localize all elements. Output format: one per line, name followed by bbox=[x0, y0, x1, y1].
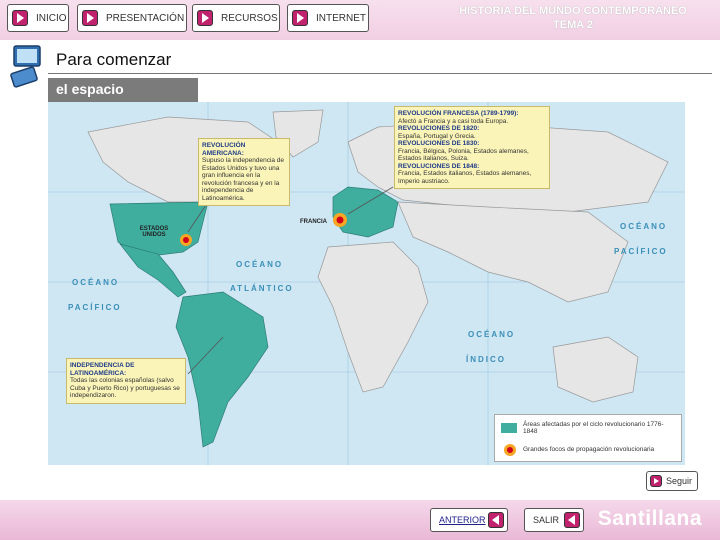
anterior-label: ANTERIOR bbox=[439, 515, 486, 525]
legend-item: Grandes focos de propagación revoluciona… bbox=[523, 446, 655, 453]
ocean-label: PACÍFICO bbox=[68, 303, 122, 312]
inicio-button[interactable]: INICIO bbox=[7, 4, 69, 32]
ocean-label: OCÉANO bbox=[72, 278, 120, 287]
map-legend: Áreas afectadas por el ciclo revoluciona… bbox=[494, 414, 682, 462]
world-map-graphic bbox=[48, 102, 685, 465]
brand-logo: Santillana bbox=[597, 507, 702, 530]
callout-european-revolutions: REVOLUCIÓN FRANCESA (1789-1799): Afectó … bbox=[394, 106, 550, 189]
section-title: Para comenzar bbox=[56, 50, 172, 69]
back-arrow-icon bbox=[488, 512, 504, 528]
legend-item: Áreas afectadas por el ciclo revoluciona… bbox=[523, 421, 664, 435]
callout-title: REVOLUCIÓN AMERICANA: bbox=[202, 142, 246, 157]
callout-title: REVOLUCIONES DE 1848: bbox=[398, 162, 480, 170]
seguir-button[interactable]: Seguir bbox=[646, 471, 698, 491]
revolution-focus-usa bbox=[180, 234, 192, 246]
recursos-label: RECURSOS bbox=[221, 12, 278, 24]
internet-button[interactable]: INTERNET bbox=[287, 4, 369, 32]
internet-label: INTERNET bbox=[316, 12, 366, 24]
revolution-focus-icon bbox=[504, 444, 516, 456]
course-title-line2: TEMA 2 bbox=[553, 19, 593, 31]
ocean-label: PACÍFICO bbox=[614, 247, 668, 256]
callout-text: Supuso la independencia de Estados Unido… bbox=[202, 157, 285, 202]
callout-text: Afectó a Francia y a casi toda Europa. bbox=[398, 117, 509, 125]
presentacion-button[interactable]: PRESENTACIÓN bbox=[77, 4, 187, 32]
ocean-label: OCÉANO bbox=[620, 222, 668, 231]
salir-label: SALIR bbox=[533, 515, 560, 525]
ocean-label: OCÉANO bbox=[468, 330, 516, 339]
back-arrow-icon bbox=[564, 512, 580, 528]
play-arrow-icon bbox=[12, 10, 28, 26]
divider bbox=[48, 73, 712, 74]
callout-title: REVOLUCIÓN FRANCESA (1789-1799): bbox=[398, 110, 519, 117]
callout-title: REVOLUCIONES DE 1820: bbox=[398, 125, 480, 132]
course-title: HISTORIA DEL MUNDO CONTEMPORÁNEO TEMA 2 bbox=[438, 4, 708, 32]
ocean-label: OCÉANO bbox=[236, 260, 284, 269]
seguir-label: Seguir bbox=[666, 476, 693, 486]
presentacion-label: PRESENTACIÓN bbox=[106, 12, 185, 24]
course-title-line1: HISTORIA DEL MUNDO CONTEMPORÁNEO bbox=[459, 5, 687, 17]
callout-text: Francia, Estados italianos, Estados alem… bbox=[398, 170, 532, 185]
europe bbox=[332, 186, 399, 238]
france-label: FRANCIA bbox=[300, 219, 327, 225]
play-arrow-icon bbox=[197, 10, 213, 26]
play-arrow-icon bbox=[650, 475, 662, 487]
callout-title: REVOLUCIONES DE 1830: bbox=[398, 140, 480, 147]
inicio-label: INICIO bbox=[36, 12, 67, 24]
monitor-icon bbox=[10, 45, 41, 88]
world-map: OCÉANO ATLÁNTICO OCÉANO PACÍFICO OCÉANO … bbox=[48, 102, 685, 465]
play-arrow-icon bbox=[82, 10, 98, 26]
ocean-label: ÍNDICO bbox=[466, 355, 506, 364]
callout-text: Francia, Bélgica, Polonia, Estados alema… bbox=[398, 147, 529, 163]
salir-button[interactable]: SALIR bbox=[524, 508, 584, 532]
top-navigation-bar: INICIO PRESENTACIÓN RECURSOS INTERNET HI… bbox=[0, 0, 720, 40]
africa bbox=[317, 241, 429, 393]
map-tab: el espacio bbox=[48, 78, 198, 102]
ocean-label: ATLÁNTICO bbox=[230, 284, 294, 293]
callout-text: España, Portugal y Grecia. bbox=[398, 132, 476, 140]
usa-label: ESTADOS UNIDOS bbox=[139, 226, 169, 238]
bottom-bar: ANTERIOR SALIR Santillana bbox=[0, 500, 720, 540]
slide: INICIO PRESENTACIÓN RECURSOS INTERNET HI… bbox=[0, 0, 720, 540]
play-arrow-icon bbox=[292, 10, 308, 26]
recursos-button[interactable]: RECURSOS bbox=[192, 4, 280, 32]
australia bbox=[552, 336, 639, 403]
callout-title: INDEPENDENCIA DE LATINOAMÉRICA: bbox=[70, 362, 135, 377]
affected-area-swatch bbox=[501, 423, 517, 433]
callout-latin-america: INDEPENDENCIA DE LATINOAMÉRICA: Todas la… bbox=[66, 358, 186, 404]
revolution-focus-france bbox=[333, 213, 347, 227]
callout-text: Todas las colonias españolas (salvo Cuba… bbox=[70, 377, 180, 399]
asia bbox=[397, 201, 629, 303]
south-america bbox=[175, 291, 269, 448]
callout-american-revolution: REVOLUCIÓN AMERICANA: Supuso la independ… bbox=[198, 138, 290, 206]
anterior-button[interactable]: ANTERIOR bbox=[430, 508, 508, 532]
